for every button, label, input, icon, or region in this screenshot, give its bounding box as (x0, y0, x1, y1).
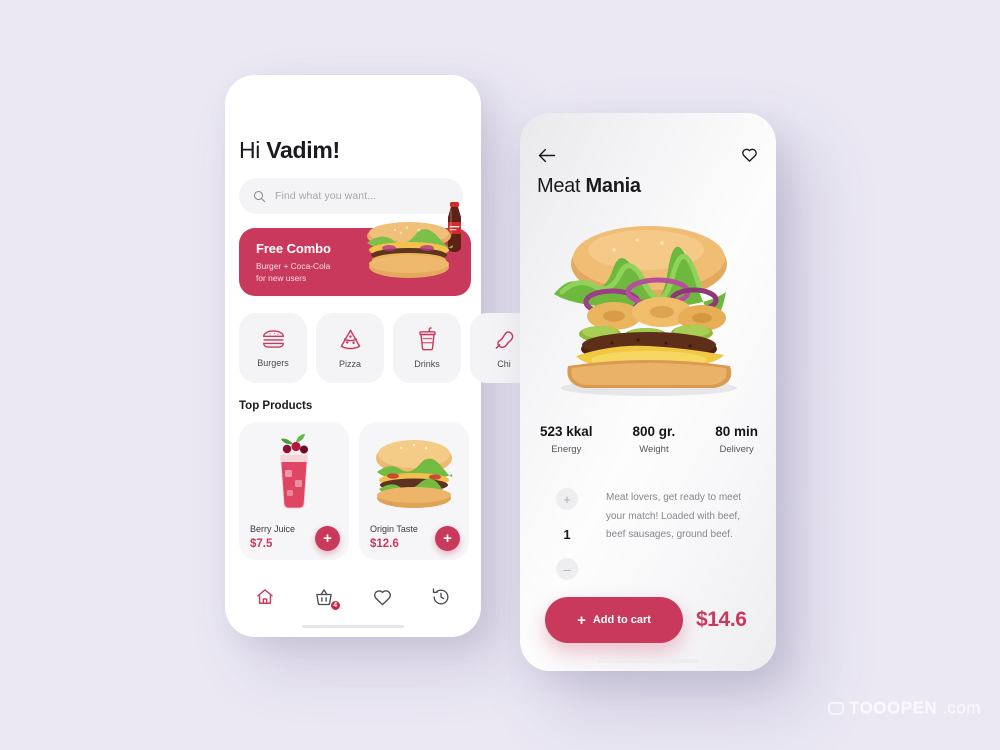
stat-delivery: 80 min Delivery (715, 424, 758, 455)
category-label: Drinks (414, 359, 440, 369)
add-to-cart-label: Add to cart (592, 614, 651, 626)
product-name: Origin Taste (370, 524, 418, 534)
soda-cup-icon (418, 327, 436, 351)
watermark: TOOOPEN .com (828, 698, 981, 718)
watermark-suffix: .com (942, 698, 982, 717)
product-card-origin-taste[interactable]: Origin Taste $12.6 + (359, 422, 469, 560)
product-name: Berry Juice (250, 524, 296, 534)
berry-juice-image (280, 434, 308, 509)
stat-value: 800 gr. (632, 424, 676, 439)
category-item-pizza[interactable]: Pizza (316, 313, 384, 383)
combo-burger-cola-image (367, 202, 461, 278)
stat-label: Delivery (719, 444, 754, 455)
category-item-burgers[interactable]: Burgers (239, 313, 307, 383)
history-icon (432, 588, 449, 605)
product-price: $7.5 (250, 538, 273, 550)
product-card-berry-juice[interactable]: Berry Juice $7.5 + (239, 422, 349, 560)
stat-weight: 800 gr. Weight (633, 424, 676, 455)
stat-label: Energy (551, 444, 582, 455)
promo-banner-subtitle: Burger + Coca-Cola for new users (256, 261, 331, 283)
title-bold: Mania (585, 175, 641, 197)
watermark-logo-icon (828, 701, 844, 715)
cart-badge: 4 (329, 600, 341, 611)
heart-icon[interactable] (740, 146, 759, 164)
quantity-decrement-button[interactable]: – (556, 558, 578, 580)
nutrition-stats: 523 kkal Energy 800 gr. Weight 80 min De… (540, 424, 758, 455)
burger-icon (262, 330, 284, 348)
arrow-left-icon[interactable] (537, 147, 557, 164)
total-price: $14.6 (696, 608, 747, 631)
greeting-name: Vadim! (266, 137, 340, 163)
category-list[interactable]: Burgers Pizza Drinks Chi (239, 313, 538, 383)
nav-item-home[interactable] (253, 585, 277, 609)
meat-mania-hero-image (554, 226, 737, 396)
quantity-increment-button[interactable]: + (556, 488, 578, 510)
product-description: Meat lovers, get ready to meet your matc… (606, 492, 742, 540)
home-indicator (597, 659, 699, 663)
watermark-text: TOOOPEN (849, 698, 938, 717)
chicken-icon (495, 330, 513, 349)
page-title: Hi Vadim! (239, 137, 340, 164)
stat-value: 80 min (715, 424, 758, 439)
quantity-value: 1 (563, 526, 571, 542)
category-label: Chi (497, 358, 511, 369)
home-icon (257, 589, 273, 604)
category-label: Pizza (338, 358, 361, 369)
plus-icon: + (577, 611, 586, 629)
add-to-cart-button[interactable]: + (315, 526, 340, 551)
add-to-cart-button[interactable]: + Add to cart (545, 597, 683, 643)
product-list: Berry Juice $7.5 + Origin Taste $12.6 + (239, 422, 484, 562)
quantity-stepper: + 1 – (552, 488, 582, 580)
stat-value: 523 kkal (540, 424, 593, 439)
promo-banner-title: Free Combo (256, 241, 331, 256)
heart-icon (373, 589, 391, 605)
title-prefix: Meat (537, 175, 586, 197)
search-icon (253, 190, 266, 202)
stat-energy: 523 kkal Energy (540, 424, 593, 455)
stat-label: Weight (639, 444, 669, 455)
pizza-slice-icon (340, 329, 360, 349)
home-indicator (302, 625, 404, 628)
add-to-cart-button[interactable]: + (435, 526, 460, 551)
category-label: Burgers (257, 358, 289, 368)
nav-item-history[interactable] (429, 585, 453, 609)
promo-banner-text: Free Combo Burger + Coca-Cola for new us… (256, 241, 331, 285)
greeting-prefix: Hi (239, 137, 267, 163)
category-item-drinks[interactable]: Drinks (393, 313, 461, 383)
section-title-top-products: Top Products (239, 400, 313, 412)
promo-banner[interactable]: Free Combo Burger + Coca-Cola for new us… (239, 202, 471, 296)
detail-topbar (537, 146, 759, 164)
nav-item-favorites[interactable] (370, 585, 394, 609)
bottom-navigation: 4 (239, 580, 467, 614)
nav-item-cart[interactable]: 4 (312, 585, 341, 611)
product-detail-title: Meat Mania (537, 175, 641, 198)
product-price: $12.6 (370, 538, 399, 550)
canvas: Hi Vadim! Find what you want... Free Com… (0, 0, 1000, 750)
origin-taste-burger-image (376, 440, 453, 508)
